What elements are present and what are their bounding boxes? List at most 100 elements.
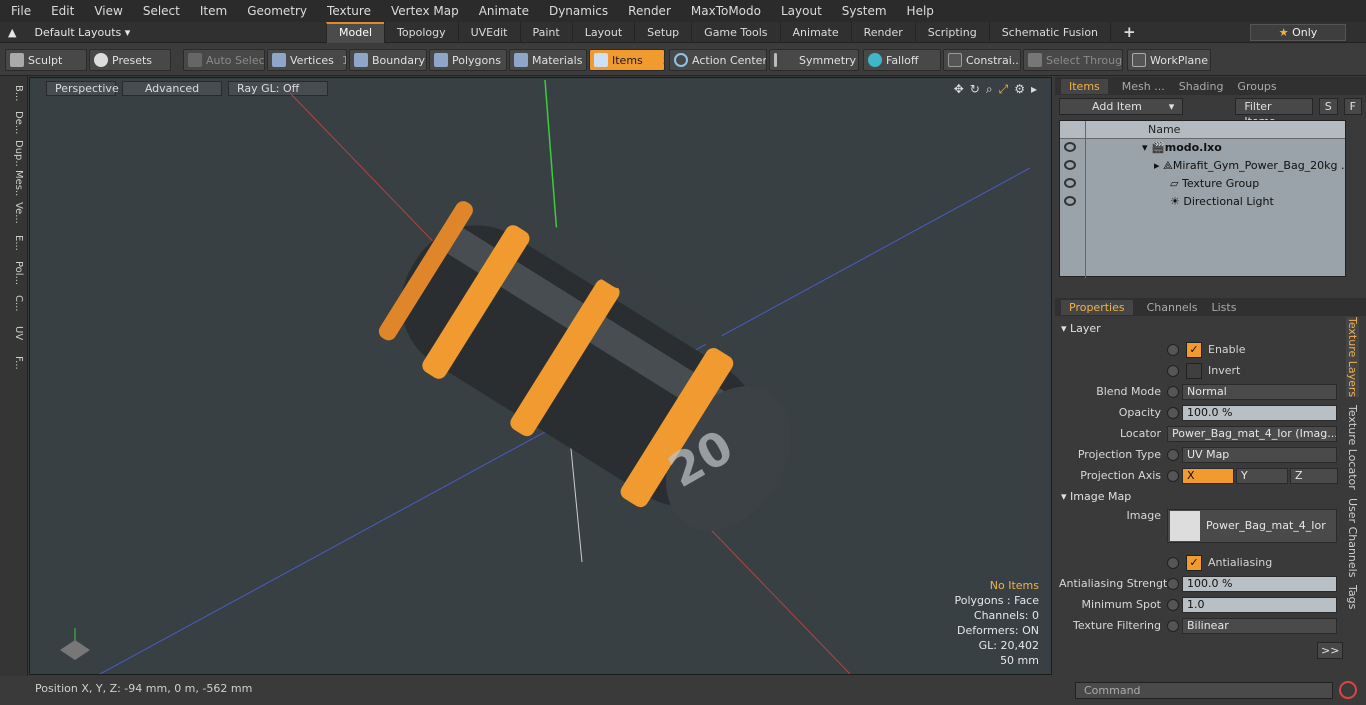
materials-button[interactable]: Materials [509, 49, 587, 71]
boundary-button[interactable]: Boundary [349, 49, 427, 71]
default-layouts-dropdown[interactable]: ▲ Default Layouts ▾ [8, 22, 130, 43]
command-input[interactable]: Command [1075, 682, 1333, 699]
menu-maxtomodo[interactable]: MaxToModo [680, 0, 770, 22]
opacity-row: Opacity 100.0 % [1059, 403, 1340, 422]
tree-row-mesh[interactable]: ▸ ⟁Mirafit_Gym_Power_Bag_20kg ... [1060, 157, 1345, 175]
axis-x-button[interactable]: X [1182, 467, 1234, 484]
falloff-button[interactable]: Falloff [863, 49, 941, 71]
tab-game-tools[interactable]: Game Tools [691, 22, 779, 43]
visibility-eye-icon[interactable] [1064, 196, 1076, 206]
tab-paint[interactable]: Paint [519, 22, 572, 43]
tree-row-directional-light[interactable]: ☀ Directional Light [1060, 193, 1345, 211]
menu-item[interactable]: Item [189, 0, 236, 22]
visibility-eye-icon[interactable] [1064, 178, 1076, 188]
menu-select[interactable]: Select [132, 0, 189, 22]
tab-topology[interactable]: Topology [384, 22, 458, 43]
left-tab-deform[interactable]: De... [4, 110, 24, 136]
tab-items[interactable]: Items [1061, 78, 1108, 94]
tab-animate[interactable]: Animate [779, 22, 851, 43]
menu-help[interactable]: Help [896, 0, 943, 22]
side-tab-tags[interactable]: Tags [1346, 585, 1359, 609]
menu-texture[interactable]: Texture [316, 0, 380, 22]
tab-shading[interactable]: Shading [1179, 80, 1224, 93]
projection-type-select[interactable]: UV Map [1182, 446, 1337, 463]
side-tab-texture-locator[interactable]: Texture Locator [1346, 405, 1359, 490]
polygons-icon [434, 53, 448, 67]
add-tab-button[interactable]: + [1110, 22, 1148, 43]
locator-select[interactable]: Power_Bag_mat_4_Ior (Imag... [1167, 425, 1337, 442]
items-button[interactable]: Items5 [589, 49, 665, 71]
left-tab-fusion[interactable]: F... [4, 350, 24, 376]
menu-render[interactable]: Render [617, 0, 680, 22]
action-center-button[interactable]: Action Center [669, 49, 767, 71]
more-button[interactable]: >> [1317, 642, 1344, 659]
invert-checkbox[interactable] [1186, 362, 1202, 379]
opacity-field[interactable]: 100.0 % [1182, 404, 1337, 421]
image-map-section[interactable]: ▾ Image Map [1061, 490, 1131, 503]
blend-mode-select[interactable]: Normal [1182, 383, 1337, 400]
left-tab-uv[interactable]: UV [4, 320, 24, 346]
constraints-button[interactable]: Constrai... [943, 49, 1021, 71]
tab-model[interactable]: Model [326, 22, 385, 43]
axis-y-button[interactable]: Y [1236, 467, 1288, 484]
tab-layout[interactable]: Layout [571, 22, 634, 43]
sculpt-button[interactable]: Sculpt [5, 49, 87, 71]
tab-schematic-fusion[interactable]: Schematic Fusion [988, 22, 1110, 43]
side-tab-user-channels[interactable]: User Channels [1346, 498, 1359, 577]
f-button[interactable]: F [1343, 97, 1362, 115]
tab-uvedit[interactable]: UVEdit [457, 22, 520, 43]
command-record-icon[interactable] [1339, 681, 1357, 699]
left-tab-basic[interactable]: B... [4, 80, 24, 106]
only-toggle[interactable]: ★ Only [1250, 24, 1346, 41]
tab-channels[interactable]: Channels [1147, 301, 1198, 314]
3d-viewport[interactable]: Perspective Advanced Ray GL: Off ✥ ↻ ⌕ ⤢… [29, 77, 1052, 675]
tab-mesh[interactable]: Mesh ... [1122, 80, 1165, 93]
tab-render[interactable]: Render [850, 22, 915, 43]
axis-z-button[interactable]: Z [1290, 467, 1338, 484]
antialiasing-checkbox[interactable]: ✓ [1186, 554, 1202, 571]
menu-edit[interactable]: Edit [40, 0, 83, 22]
enable-checkbox[interactable]: ✓ [1186, 341, 1202, 358]
menu-system[interactable]: System [831, 0, 896, 22]
workplane-button[interactable]: WorkPlane [1127, 49, 1211, 71]
tab-scripting[interactable]: Scripting [914, 22, 989, 43]
left-tab-mesh[interactable]: Mes... [4, 170, 24, 196]
tab-properties[interactable]: Properties [1061, 299, 1133, 315]
tab-setup[interactable]: Setup [634, 22, 691, 43]
menu-geometry[interactable]: Geometry [236, 0, 316, 22]
menu-vertex-map[interactable]: Vertex Map [380, 0, 468, 22]
left-tab-edge[interactable]: E... [4, 230, 24, 256]
menu-dynamics[interactable]: Dynamics [538, 0, 617, 22]
tree-row-modo[interactable]: ▾ 🎬modo.lxo [1060, 139, 1345, 157]
symmetry-button[interactable]: Symmetry [769, 49, 859, 71]
visibility-eye-icon[interactable] [1064, 142, 1076, 152]
left-tab-curve[interactable]: C... [4, 290, 24, 316]
image-select[interactable]: Power_Bag_mat_4_Ior [1167, 509, 1337, 543]
tab-lists[interactable]: Lists [1212, 301, 1237, 314]
items-icon [594, 53, 608, 67]
visibility-eye-icon[interactable] [1064, 160, 1076, 170]
auto-select-button[interactable]: Auto Select [183, 49, 265, 71]
presets-button[interactable]: Presets [89, 49, 171, 71]
texture-filtering-select[interactable]: Bilinear [1182, 617, 1337, 634]
layer-section[interactable]: ▾ Layer [1061, 322, 1101, 335]
menu-animate[interactable]: Animate [468, 0, 538, 22]
left-tab-duplicate[interactable]: Dup... [4, 140, 24, 166]
select-through-button[interactable]: Select Through [1023, 49, 1123, 71]
minimum-spot-field[interactable]: 1.0 [1182, 596, 1337, 613]
add-item-button[interactable]: Add Item ▾ [1059, 97, 1184, 115]
side-tab-texture-layers[interactable]: Texture Layers [1346, 317, 1359, 398]
filter-items-button[interactable]: Filter Items [1235, 97, 1313, 128]
aa-strength-field[interactable]: 100.0 % [1182, 575, 1337, 592]
tab-groups[interactable]: Groups [1237, 80, 1276, 93]
name-column-header[interactable]: Name [1148, 123, 1180, 136]
menu-view[interactable]: View [83, 0, 131, 22]
s-button[interactable]: S [1318, 97, 1338, 115]
tree-row-texture-group[interactable]: ▱ Texture Group [1060, 175, 1345, 193]
vertices-button[interactable]: Vertices1 [267, 49, 347, 71]
menu-file[interactable]: File [0, 0, 40, 22]
left-tab-polygon[interactable]: Pol... [4, 260, 24, 286]
menu-layout[interactable]: Layout [770, 0, 831, 22]
polygons-button[interactable]: Polygons [429, 49, 507, 71]
left-tab-vertex[interactable]: Ve... [4, 200, 24, 226]
